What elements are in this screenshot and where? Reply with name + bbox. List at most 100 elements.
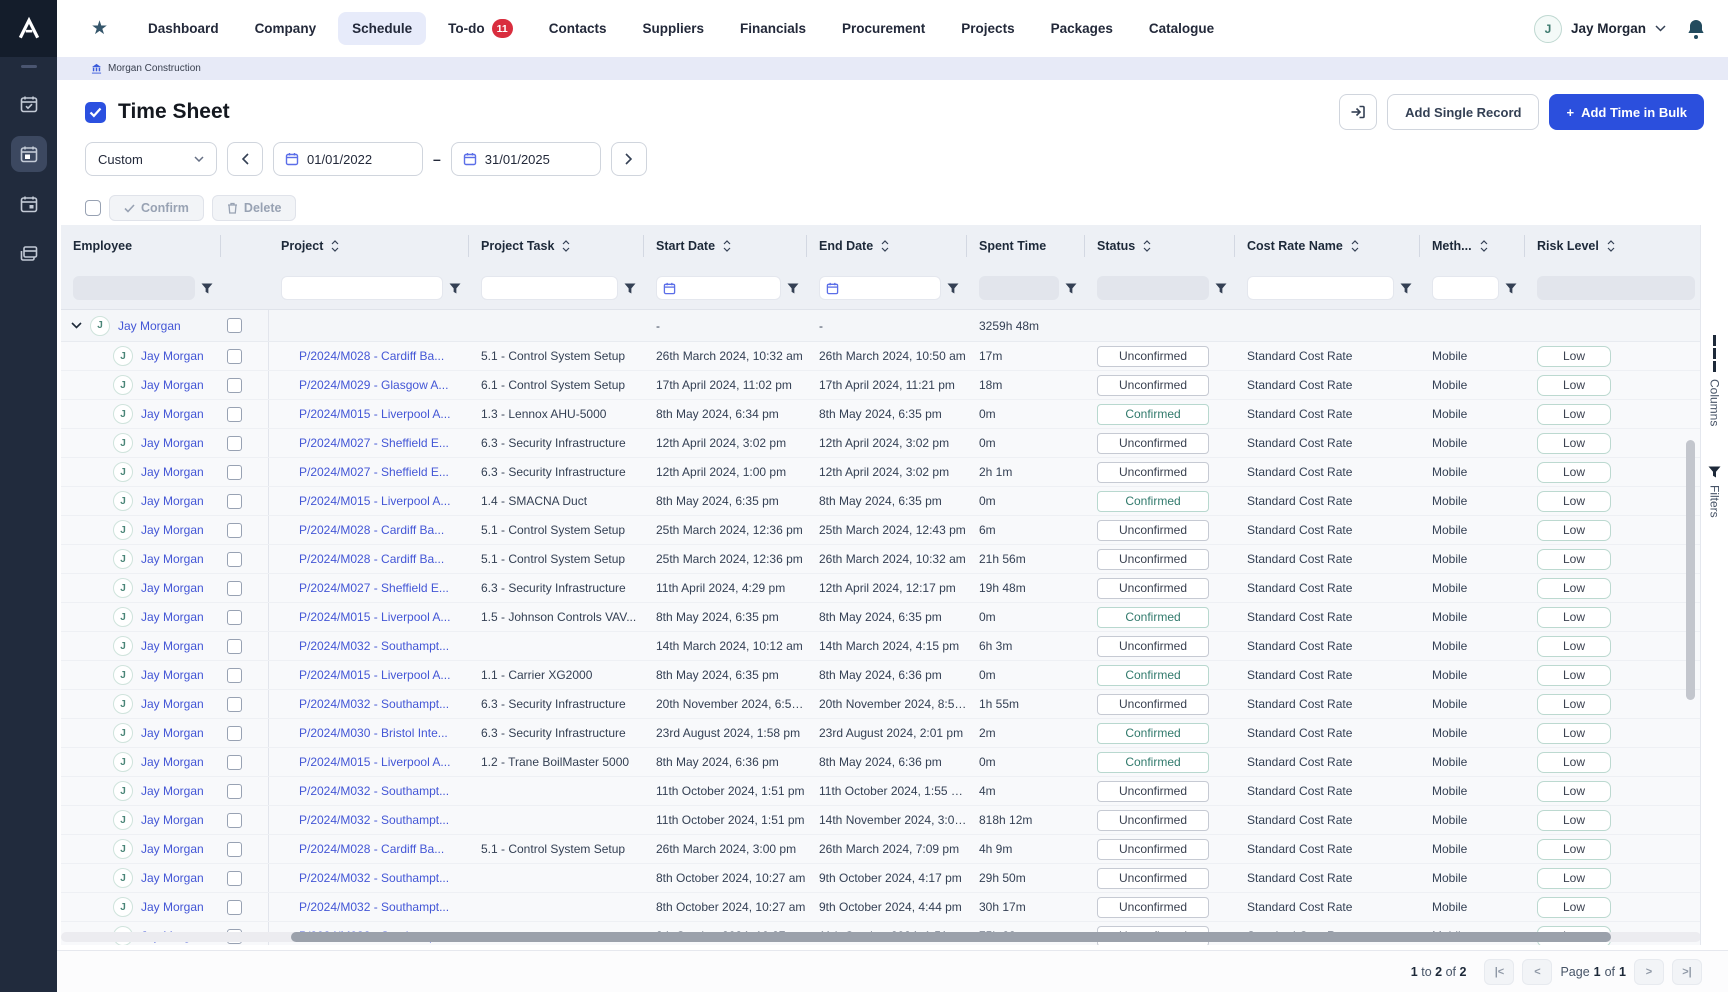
nav-item-financials[interactable]: Financials [726, 12, 820, 45]
employee-link[interactable]: Jay Morgan [141, 378, 204, 392]
sort-icon[interactable] [562, 240, 570, 252]
row-checkbox[interactable] [227, 436, 242, 451]
status-badge[interactable]: Confirmed [1097, 665, 1209, 686]
employee-link[interactable]: Jay Morgan [141, 900, 204, 914]
horizontal-scrollbar-thumb[interactable] [291, 932, 1611, 942]
nav-item-procurement[interactable]: Procurement [828, 12, 939, 45]
employee-link[interactable]: Jay Morgan [141, 494, 204, 508]
status-badge[interactable]: Unconfirmed [1097, 781, 1209, 802]
status-badge[interactable]: Unconfirmed [1097, 346, 1209, 367]
project-link[interactable]: P/2024/M027 - Sheffield E... [299, 581, 449, 595]
status-badge[interactable]: Unconfirmed [1097, 375, 1209, 396]
employee-link[interactable]: Jay Morgan [141, 842, 204, 856]
employee-link[interactable]: Jay Morgan [141, 726, 204, 740]
filter-funnel-icon[interactable] [1505, 283, 1517, 294]
status-badge[interactable]: Unconfirmed [1097, 868, 1209, 889]
employee-link[interactable]: Jay Morgan [141, 697, 204, 711]
row-checkbox[interactable] [227, 407, 242, 422]
filter-input[interactable] [1247, 276, 1394, 300]
sidebar-item-timesheet-confirm[interactable] [11, 86, 47, 122]
date-to-input[interactable]: 31/01/2025 [451, 142, 601, 176]
next-period-button[interactable] [611, 142, 647, 176]
employee-link[interactable]: Jay Morgan [141, 639, 204, 653]
column-header-start-date[interactable]: Start Date [644, 225, 807, 267]
project-link[interactable]: P/2024/M028 - Cardiff Ba... [299, 349, 444, 363]
status-badge[interactable]: Unconfirmed [1097, 636, 1209, 657]
project-link[interactable]: P/2024/M032 - Southampt... [299, 813, 449, 827]
columns-panel-tab[interactable]: Columns [1708, 335, 1722, 426]
next-page-button[interactable]: > [1634, 959, 1664, 985]
previous-page-button[interactable]: < [1522, 959, 1552, 985]
date-range-preset-select[interactable]: Custom [85, 142, 217, 176]
filter-funnel-icon[interactable] [947, 283, 959, 294]
sort-icon[interactable] [1351, 240, 1359, 252]
date-filter-input[interactable] [656, 276, 781, 300]
status-badge[interactable]: Confirmed [1097, 607, 1209, 628]
employee-link[interactable]: Jay Morgan [141, 813, 204, 827]
first-page-button[interactable]: |< [1484, 959, 1514, 985]
delete-button[interactable]: Delete [212, 195, 297, 221]
nav-item-company[interactable]: Company [241, 12, 331, 45]
employee-link[interactable]: Jay Morgan [141, 871, 204, 885]
column-header-project-task[interactable]: Project Task [469, 225, 644, 267]
filter-funnel-icon[interactable] [787, 283, 799, 294]
nav-item-projects[interactable]: Projects [947, 12, 1028, 45]
sidebar-item-timesheet[interactable] [11, 136, 47, 172]
row-checkbox[interactable] [227, 813, 242, 828]
status-badge[interactable]: Confirmed [1097, 723, 1209, 744]
project-link[interactable]: P/2024/M015 - Liverpool A... [299, 610, 450, 624]
filter-input[interactable] [481, 276, 618, 300]
employee-link[interactable]: Jay Morgan [141, 523, 204, 537]
project-link[interactable]: P/2024/M015 - Liverpool A... [299, 755, 450, 769]
status-badge[interactable]: Confirmed [1097, 491, 1209, 512]
status-badge[interactable]: Unconfirmed [1097, 549, 1209, 570]
notifications-bell-icon[interactable] [1686, 18, 1706, 40]
status-badge[interactable]: Unconfirmed [1097, 462, 1209, 483]
filter-input[interactable] [281, 276, 443, 300]
nav-item-catalogue[interactable]: Catalogue [1135, 12, 1228, 45]
project-link[interactable]: P/2024/M027 - Sheffield E... [299, 465, 449, 479]
status-badge[interactable]: Confirmed [1097, 404, 1209, 425]
app-logo[interactable] [0, 0, 57, 57]
row-checkbox[interactable] [227, 349, 242, 364]
row-checkbox[interactable] [227, 378, 242, 393]
project-link[interactable]: P/2024/M015 - Liverpool A... [299, 494, 450, 508]
date-filter-input[interactable] [819, 276, 941, 300]
status-badge[interactable]: Unconfirmed [1097, 810, 1209, 831]
group-checkbox[interactable] [227, 318, 242, 333]
employee-link[interactable]: Jay Morgan [141, 552, 204, 566]
status-badge[interactable]: Unconfirmed [1097, 520, 1209, 541]
employee-link[interactable]: Jay Morgan [141, 784, 204, 798]
sort-icon[interactable] [1143, 240, 1151, 252]
filter-funnel-icon[interactable] [624, 283, 636, 294]
nav-item-schedule[interactable]: Schedule [338, 12, 426, 45]
column-header-project[interactable]: Project [269, 225, 469, 267]
previous-period-button[interactable] [227, 142, 263, 176]
filter-funnel-icon[interactable] [1400, 283, 1412, 294]
horizontal-scrollbar-track[interactable] [61, 932, 1701, 942]
column-header-status[interactable]: Status [1085, 225, 1235, 267]
filters-panel-tab[interactable]: Filters [1708, 466, 1722, 518]
project-link[interactable]: P/2024/M032 - Southampt... [299, 697, 449, 711]
project-link[interactable]: P/2024/M015 - Liverpool A... [299, 668, 450, 682]
date-from-input[interactable]: 01/01/2022 [273, 142, 423, 176]
project-link[interactable]: P/2024/M015 - Liverpool A... [299, 407, 450, 421]
row-checkbox[interactable] [227, 784, 242, 799]
user-menu[interactable]: J Jay Morgan [1534, 15, 1666, 43]
row-checkbox[interactable] [227, 610, 242, 625]
filter-funnel-icon[interactable] [1215, 283, 1227, 294]
nav-item-dashboard[interactable]: Dashboard [134, 12, 233, 45]
sidebar-item-schedule-view[interactable] [11, 186, 47, 222]
add-time-in-bulk-button[interactable]: +Add Time in Bulk [1549, 94, 1704, 130]
sidebar-item-board-view[interactable] [11, 236, 47, 272]
row-checkbox[interactable] [227, 726, 242, 741]
sort-icon[interactable] [723, 240, 731, 252]
status-badge[interactable]: Confirmed [1097, 752, 1209, 773]
project-link[interactable]: P/2024/M027 - Sheffield E... [299, 436, 449, 450]
status-badge[interactable]: Unconfirmed [1097, 578, 1209, 599]
sort-icon[interactable] [1480, 240, 1488, 252]
vertical-scrollbar-thumb[interactable] [1686, 440, 1695, 700]
row-checkbox[interactable] [227, 871, 242, 886]
employee-link[interactable]: Jay Morgan [141, 581, 204, 595]
row-checkbox[interactable] [227, 465, 242, 480]
